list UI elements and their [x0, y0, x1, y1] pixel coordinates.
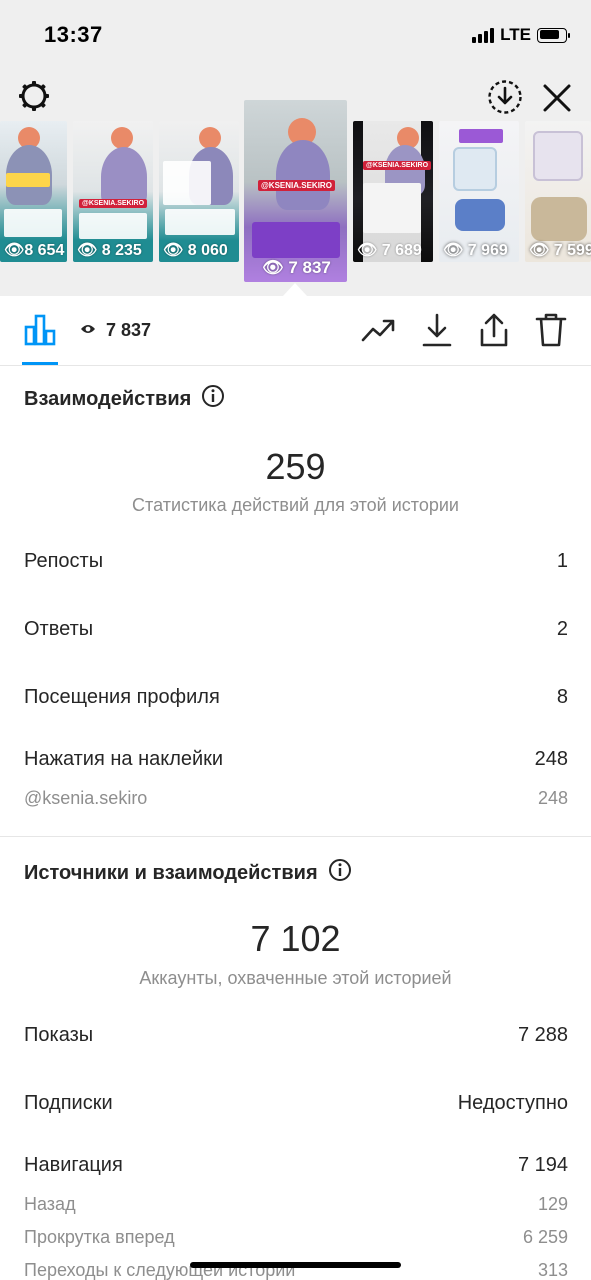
trend-icon[interactable] [360, 313, 398, 347]
story-thumbnail[interactable]: 👁 7 599 [525, 121, 591, 262]
story-views-label: 👁 8 060 [163, 242, 228, 259]
delete-trash-icon[interactable] [534, 311, 568, 349]
stat-label: Навигация [24, 1154, 123, 1176]
discovery-title-text: Источники и взаимодействия [24, 861, 318, 884]
stat-row-reposts: Репосты 1 [24, 550, 568, 573]
stat-row-replies: Ответы 2 [24, 618, 568, 641]
stat-label: Посещения профиля [24, 686, 220, 708]
mention-sticker: @KSENIA.SEKIRO [258, 180, 335, 191]
stat-label: Назад [24, 1194, 76, 1214]
info-icon[interactable] [328, 858, 352, 888]
accounts-reached-subtitle: Аккаунты, охваченные этой историей [139, 968, 452, 988]
views-count: 7 837 [80, 320, 151, 341]
accounts-reached-total: 7 102 [250, 918, 341, 959]
story-thumbnail[interactable]: @KSENIA.SEKIRO 👁 8 235 [73, 121, 153, 262]
download-icon[interactable] [420, 311, 454, 349]
interactions-title-text: Взаимодействия [24, 387, 192, 410]
stat-value: 248 [534, 748, 568, 770]
stat-row-sticker-taps: Нажатия на наклейки 248 [24, 748, 568, 771]
stat-label: Подписки [24, 1092, 113, 1114]
story-thumbnail[interactable]: 👁8 654 [0, 121, 67, 262]
stat-value: 7 194 [517, 1154, 568, 1176]
story-views-label: 👁 7 837 [262, 258, 331, 277]
stat-subrow-forward: Прокрутка вперед 6 259 [24, 1227, 568, 1248]
stat-value: 7 288 [517, 1024, 568, 1046]
stat-row-follows: Подписки Недоступно [24, 1092, 568, 1115]
stat-value: 248 [537, 788, 568, 808]
interactions-total: 259 [265, 446, 326, 487]
stat-value: 2 [556, 618, 568, 640]
info-icon[interactable] [201, 384, 225, 414]
stat-value: 129 [537, 1194, 568, 1214]
stat-subrow-mention: @ksenia.sekiro 248 [24, 788, 568, 809]
stat-label: Ответы [24, 618, 94, 640]
stat-label: Прокрутка вперед [24, 1227, 175, 1247]
stat-label: Репосты [24, 550, 104, 572]
selected-story-pointer [283, 283, 307, 296]
story-views-label: 👁 7 689 [357, 242, 422, 259]
story-views-label: 👁 7 969 [443, 242, 508, 259]
stat-value: Недоступно [457, 1092, 568, 1114]
interactions-subtitle: Статистика действий для этой истории [132, 495, 459, 515]
insights-toolbar: 7 837 [0, 296, 591, 366]
story-views-label: 👁8 654 [4, 242, 65, 259]
stat-row-navigation: Навигация 7 194 [24, 1154, 568, 1177]
story-views-label: 👁 8 235 [77, 242, 142, 259]
stat-subrow-back: Назад 129 [24, 1194, 568, 1215]
bar-chart-icon[interactable] [22, 312, 58, 348]
views-count-value: 7 837 [106, 320, 152, 340]
stat-label: @ksenia.sekiro [24, 788, 148, 808]
discovery-section-title: Источники и взаимодействия [24, 858, 352, 888]
share-icon[interactable] [477, 311, 511, 349]
stat-row-impressions: Показы 7 288 [24, 1024, 568, 1047]
stat-label: Нажатия на наклейки [24, 748, 224, 770]
story-thumbnails-strip: 👁8 654 @KSENIA.SEKIRO 👁 8 235 👁 8 060 @K… [0, 0, 591, 296]
active-tab-indicator [22, 362, 58, 365]
story-views-label: 👁 7 599 [529, 242, 591, 259]
interactions-section-title: Взаимодействия [24, 384, 225, 414]
story-thumbnail[interactable]: @KSENIA.SEKIRO 👁 7 689 [353, 121, 433, 262]
stat-value: 6 259 [522, 1227, 568, 1247]
home-indicator[interactable] [190, 1262, 401, 1268]
stat-label: Показы [24, 1024, 94, 1046]
stat-value: 313 [537, 1260, 568, 1280]
stat-row-profile-visits: Посещения профиля 8 [24, 686, 568, 709]
eye-icon [80, 322, 96, 340]
story-thumbnail[interactable]: 👁 8 060 [159, 121, 239, 262]
stat-value: 8 [556, 686, 568, 708]
section-divider [0, 836, 591, 837]
story-thumbnail[interactable]: 👁 7 969 [439, 121, 519, 262]
story-thumbnail-selected[interactable]: @KSENIA.SEKIRO 👁 7 837 [244, 100, 347, 282]
stat-value: 1 [556, 550, 568, 572]
